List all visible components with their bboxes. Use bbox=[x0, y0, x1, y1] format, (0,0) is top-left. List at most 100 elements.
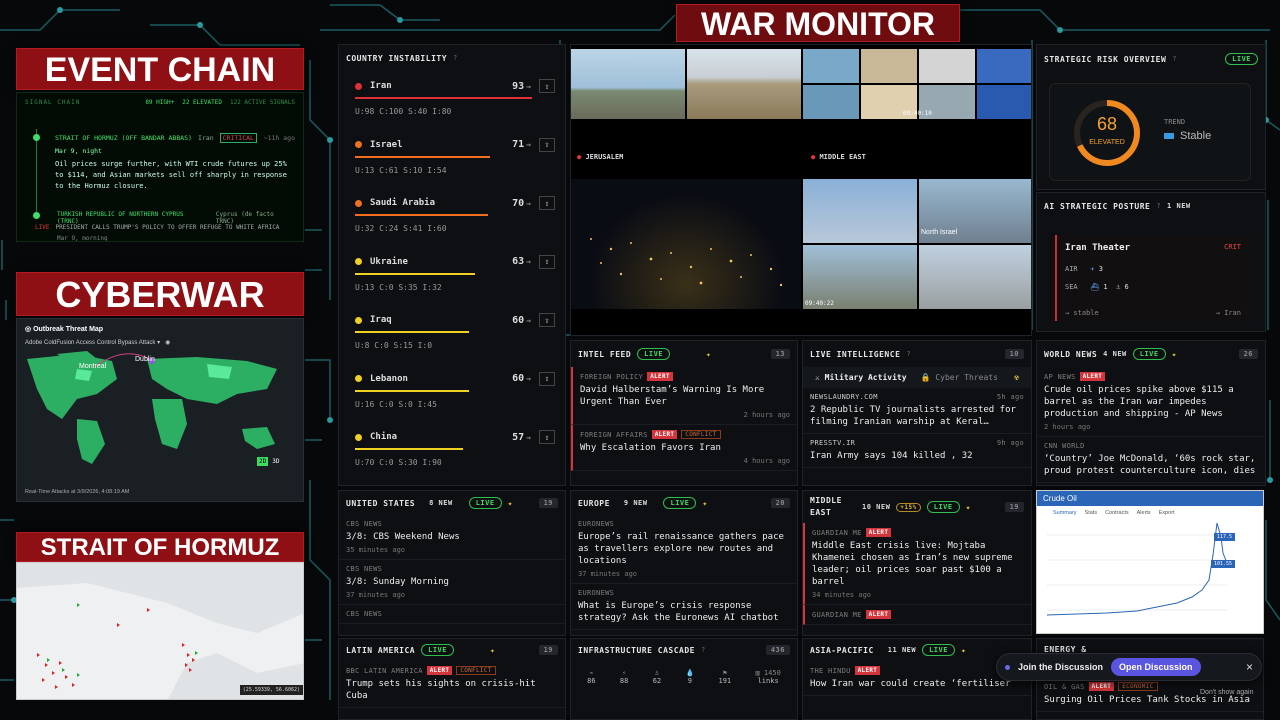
world-map bbox=[27, 351, 277, 464]
country-row[interactable]: Iraq 60 → ⇪ U:8 C:0 S:15 I:0 bbox=[339, 305, 565, 364]
news-item[interactable]: FOREIGN POLICY ALERT David Halberstam’s Wa… bbox=[571, 367, 797, 425]
signal-chain-header: SIGNAL CHAIN 89 HIGH+ 22 ELEVATED 122 AC… bbox=[17, 93, 303, 112]
country-name: Iraq bbox=[370, 315, 392, 325]
strait-map[interactable]: (25.59339, 56.6062) bbox=[16, 562, 304, 700]
view-2d-button[interactable]: 2D bbox=[257, 457, 269, 466]
webcam-mideast-top[interactable]: 09:40:10 bbox=[803, 49, 1031, 119]
panel-title: AI STRATEGIC POSTURE bbox=[1044, 201, 1151, 211]
share-icon[interactable]: ⇪ bbox=[539, 313, 555, 327]
cyber-threat-map[interactable]: ◎ Outbreak Threat Map Adobe ColdFusion A… bbox=[16, 318, 304, 502]
country-score: 60 bbox=[512, 373, 525, 384]
live-badge: LIVE bbox=[926, 501, 960, 513]
news-item[interactable]: FOREIGN AFFAIRS ALERT CONFLICT Why Escalati… bbox=[571, 425, 797, 471]
country-name: Lebanon bbox=[370, 373, 408, 384]
jerusalem-label: ● JERUSALEM bbox=[577, 153, 624, 161]
country-row[interactable]: Iran 93 → ⇪ U:98 C:100 S:40 I:80 bbox=[339, 71, 565, 130]
webcam-mideast-grid[interactable]: North Israel 09:40:22 bbox=[803, 179, 1031, 309]
item-count: 20 bbox=[770, 498, 790, 508]
tab-military[interactable]: ⚔ Military Activity bbox=[815, 373, 907, 382]
news-item[interactable]: AP NEWS ALERT Crude oil prices spike above… bbox=[1037, 367, 1265, 437]
help-icon[interactable]: ? bbox=[1172, 55, 1177, 63]
panel-title: ASIA-PACIFIC bbox=[810, 645, 874, 655]
country-name: Ukraine bbox=[370, 256, 408, 267]
anchor-icon: ⚓ bbox=[1116, 283, 1121, 291]
country-row[interactable]: Israel 71 → ⇪ U:13 C:61 S:10 I:54 bbox=[339, 130, 565, 189]
bolt-icon: ✦ bbox=[702, 498, 708, 508]
intel-item[interactable]: NEWSLAUNDRY.COM 5h ago 2 Republic TV journ… bbox=[803, 388, 1031, 434]
share-icon[interactable]: ⇪ bbox=[539, 254, 555, 269]
severity-dot bbox=[355, 82, 362, 90]
score-breakdown: U:8 C:0 S:15 I:0 bbox=[355, 341, 433, 350]
new-count: 11 NEW bbox=[887, 646, 917, 654]
attack-timestamp: Real-Time Attacks at 3/9/2026, 4:08:19 A… bbox=[25, 489, 130, 495]
view-3d-button[interactable]: 3D bbox=[270, 457, 281, 466]
event-title: TURKISH REPUBLIC OF NORTHERN CYPRUS (TRN… bbox=[57, 211, 184, 225]
country-score: 60 bbox=[512, 314, 525, 326]
severity-dot bbox=[355, 375, 362, 382]
news-item[interactable]: CNN WORLD ‘Country’ Joe McDonald, ‘60s ro… bbox=[1037, 437, 1265, 483]
intel-feed-panel: INTEL FEED LIVE ✦ 13 FOREIGN POLICY ALERT Dav… bbox=[570, 340, 798, 486]
alert-badge: ALERT bbox=[1079, 372, 1106, 381]
intel-item[interactable]: PRESSTV.IR 9h ago Iran Army says 104 kille… bbox=[803, 434, 1031, 468]
arrow-icon: → bbox=[526, 432, 531, 442]
economic-badge: ECONOMIC bbox=[1118, 682, 1158, 691]
crude-oil-panel[interactable]: Crude Oil Summary Stats Contracts Alerts Exp… bbox=[1036, 490, 1264, 634]
country-score: 63 bbox=[512, 256, 525, 267]
country-row[interactable]: China 57 → ⇪ U:70 C:0 S:30 I:90 bbox=[339, 422, 565, 481]
score-breakdown: U:70 C:0 S:30 I:90 bbox=[355, 458, 442, 467]
tab-cyber[interactable]: 🔒 Cyber Threats bbox=[921, 373, 998, 382]
event-item[interactable]: STRAIT OF HORMUZ (OFF BANDAR ABBAS) Iran C… bbox=[55, 133, 295, 192]
strategic-risk-panel: STRATEGIC RISK OVERVIEW? LIVE 68 ELEVATED… bbox=[1036, 44, 1266, 190]
webcam-jerusalem-night[interactable] bbox=[571, 179, 801, 309]
news-item[interactable]: GUARDIAN ME ALERT Middle East crisis live:… bbox=[803, 523, 1031, 605]
live-badge: LIVE bbox=[1225, 53, 1258, 65]
country-row[interactable]: Lebanon 60 → ⇪ U:16 C:0 S:0 I:45 bbox=[339, 364, 565, 423]
new-count: 9 NEW bbox=[623, 499, 648, 507]
share-icon[interactable]: ⇪ bbox=[539, 371, 555, 386]
event-item-3[interactable]: LIVE PRESIDENT CALLS TRUMP'S POLICY TO OF… bbox=[35, 224, 295, 231]
webcam-jerusalem-top[interactable] bbox=[571, 49, 801, 119]
news-item[interactable]: GUARDIAN ME ALERT bbox=[803, 605, 1031, 625]
help-icon[interactable]: ? bbox=[701, 646, 706, 654]
radiation-icon[interactable]: ☢ bbox=[1014, 373, 1019, 382]
news-item[interactable]: EURONEWS Europe’s rail renaissance gather… bbox=[571, 515, 797, 584]
price-tag: 101.55 bbox=[1210, 560, 1235, 568]
share-icon[interactable]: ⇪ bbox=[539, 196, 555, 210]
country-score: 57 bbox=[512, 431, 525, 443]
news-item[interactable]: EURONEWS What is Europe’s crisis response… bbox=[571, 584, 797, 630]
price-tag: 117.5 bbox=[1213, 533, 1235, 541]
country-row[interactable]: Saudi Arabia 70 → ⇪ U:32 C:24 S:41 I:60 bbox=[339, 188, 565, 247]
country-name: Saudi Arabia bbox=[370, 198, 436, 208]
news-item[interactable]: BBC LATIN AMERICA ALERT CONFLICT Trump sets… bbox=[339, 661, 565, 708]
help-icon[interactable]: ? bbox=[1156, 202, 1161, 210]
theater-card[interactable]: Iran Theater CRIT AIR ✈ 3 SEA ⛴ 1 ⚓ 6 → … bbox=[1055, 235, 1251, 321]
news-item[interactable]: CBS NEWS bbox=[339, 605, 565, 624]
bolt-icon: ✦ bbox=[489, 645, 496, 655]
alert-badge: ALERT bbox=[426, 666, 453, 675]
dashboard-root: EVENT CHAIN SIGNAL CHAIN 89 HIGH+ 22 ELE… bbox=[0, 0, 1280, 720]
open-discussion-button[interactable]: Open Discussion bbox=[1111, 658, 1201, 676]
event-item-2[interactable]: TURKISH REPUBLIC OF NORTHERN CYPRUS (TRN… bbox=[57, 211, 295, 225]
world-news-panel: WORLD NEWS 4 NEW LIVE ✦ 26 AP NEWS ALERT Crude… bbox=[1036, 340, 1266, 486]
cable-icon: ⌁ bbox=[589, 669, 594, 677]
country-score: 70 bbox=[512, 197, 525, 209]
close-icon[interactable]: × bbox=[1246, 660, 1253, 674]
share-icon[interactable]: ⇪ bbox=[539, 79, 555, 93]
dont-show-again-link[interactable]: Don't show again bbox=[1200, 689, 1253, 696]
news-item[interactable]: CBS NEWS 3/8: Sunday Morning 37 minutes ag… bbox=[339, 560, 565, 605]
country-row[interactable]: Ukraine 63 → ⇪ U:13 C:0 S:35 I:32 bbox=[339, 247, 565, 306]
middle-east-label: ● MIDDLE EAST bbox=[811, 153, 866, 161]
live-intelligence-panel: LIVE INTELLIGENCE? 10 ⚔ Military Activity… bbox=[802, 340, 1032, 486]
live-badge: LIVE bbox=[663, 497, 697, 509]
share-icon[interactable]: ⇪ bbox=[539, 430, 555, 444]
score-breakdown: U:16 C:0 S:0 I:45 bbox=[355, 399, 437, 409]
help-icon[interactable]: ? bbox=[453, 54, 458, 62]
share-icon[interactable]: ⇪ bbox=[539, 137, 555, 152]
city-label: Dublin bbox=[135, 356, 155, 363]
news-item[interactable]: CBS NEWS 3/8: CBS Weekend News 35 minutes … bbox=[339, 515, 565, 560]
panel-title: STRATEGIC RISK OVERVIEW bbox=[1044, 54, 1167, 64]
stat-high: 89 HIGH+ bbox=[145, 99, 175, 106]
severity-dot bbox=[355, 316, 362, 324]
help-icon[interactable]: ? bbox=[906, 350, 911, 358]
country-instability-panel: COUNTRY INSTABILITY? Iran 93 → ⇪ U:98 C:100 … bbox=[338, 44, 566, 486]
